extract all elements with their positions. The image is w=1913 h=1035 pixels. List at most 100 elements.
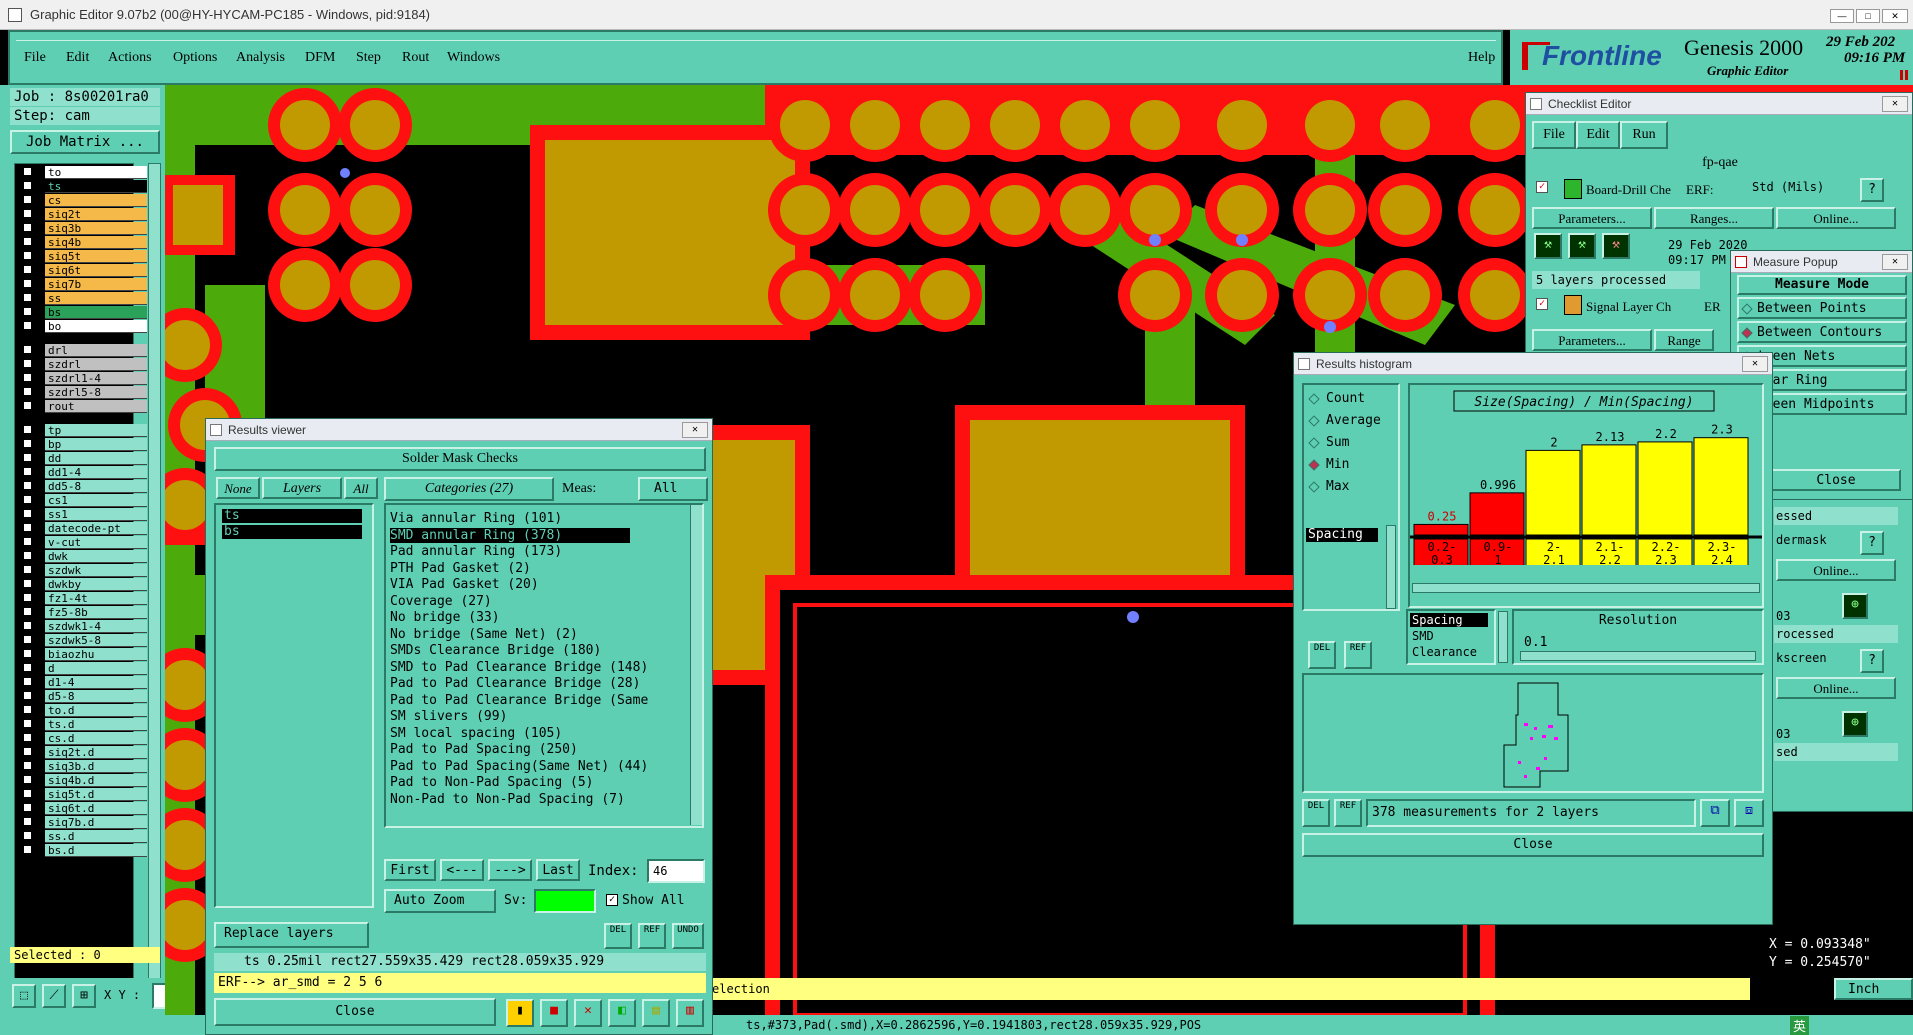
layer-checkbox[interactable] xyxy=(23,579,32,588)
check-row-1-checkbox[interactable]: ✓ xyxy=(1536,181,1548,193)
help-icon[interactable]: ? xyxy=(1860,178,1884,202)
sv-color-select[interactable] xyxy=(534,889,596,913)
ranges-button-2[interactable]: Range xyxy=(1654,329,1714,351)
menu-edit[interactable]: Edit xyxy=(66,46,89,70)
zoom-fit-icon[interactable]: ⧉ xyxy=(1700,799,1730,827)
category-item[interactable]: PTH Pad Gasket (2) xyxy=(390,561,531,576)
histogram-option[interactable]: Average xyxy=(1308,413,1396,431)
category-item[interactable]: No bridge (Same Net) (2) xyxy=(390,627,578,642)
layer-checkbox[interactable] xyxy=(23,831,32,840)
layer-d5-8[interactable]: d5-8 xyxy=(45,690,147,703)
check-row-2-checkbox[interactable]: ✓ xyxy=(1536,298,1548,310)
measure-type-spacing[interactable]: Spacing xyxy=(1410,613,1488,627)
layer-checkbox[interactable] xyxy=(23,279,32,288)
units-button[interactable]: Inch xyxy=(1834,978,1913,1000)
layer-siq5t[interactable]: siq5t xyxy=(45,250,147,263)
layer-checkbox[interactable] xyxy=(23,523,32,532)
layer-datecode-pt[interactable]: datecode-pt xyxy=(45,522,147,535)
layer-checkbox[interactable] xyxy=(23,593,32,602)
layer-checkbox[interactable] xyxy=(23,181,32,190)
layer-results-list[interactable]: ts bs xyxy=(214,503,374,908)
layer-szdwk5-8[interactable]: szdwk5-8 xyxy=(45,634,147,647)
menu-options[interactable]: Options xyxy=(173,46,217,70)
close-window-button[interactable]: ✕ xyxy=(1882,9,1908,23)
layer-szdrl5-8[interactable]: szdrl5-8 xyxy=(45,386,147,399)
layer-checkbox[interactable] xyxy=(23,761,32,770)
layer-biaozhu[interactable]: biaozhu xyxy=(45,648,147,661)
histogram-close-button[interactable]: Close xyxy=(1302,833,1764,857)
layer-cs1[interactable]: cs1 xyxy=(45,494,147,507)
job-matrix-button[interactable]: Job Matrix ... xyxy=(10,130,160,154)
layer-checkbox[interactable] xyxy=(23,251,32,260)
layer-szdrl1-4[interactable]: szdrl1-4 xyxy=(45,372,147,385)
histogram-option[interactable]: Count xyxy=(1308,391,1396,409)
category-item[interactable]: SMD annular Ring (378) xyxy=(390,527,630,543)
hist-del-button[interactable]: DEL xyxy=(1308,641,1336,669)
chart-hscrollbar[interactable] xyxy=(1412,583,1760,593)
help-icon-2[interactable]: ? xyxy=(1860,531,1884,555)
replace-layers-button[interactable]: Replace layers xyxy=(214,922,369,948)
category-item[interactable]: Pad annular Ring (173) xyxy=(390,544,562,559)
layer-szdwk1-4[interactable]: szdwk1-4 xyxy=(45,620,147,633)
none-button[interactable]: None xyxy=(216,477,260,499)
category-item[interactable]: Pad to Non-Pad Spacing (5) xyxy=(390,775,594,790)
histogram-bar[interactable] xyxy=(1413,523,1469,536)
histogram-option[interactable]: Min xyxy=(1308,457,1396,475)
layer-dd[interactable]: dd xyxy=(45,452,147,465)
menu-file[interactable]: File xyxy=(24,46,46,70)
layer-checkbox[interactable] xyxy=(23,425,32,434)
category-item[interactable]: No bridge (33) xyxy=(390,610,500,625)
layer-checkbox[interactable] xyxy=(23,359,32,368)
spacing-selected[interactable]: Spacing xyxy=(1306,528,1378,542)
category-item[interactable]: Pad to Pad Clearance Bridge (28) xyxy=(390,676,640,691)
layer-checkbox[interactable] xyxy=(23,495,32,504)
layer-ss.d[interactable]: ss.d xyxy=(45,830,147,843)
layer-checkbox[interactable] xyxy=(23,345,32,354)
first-button[interactable]: First xyxy=(384,859,436,881)
layer-checkbox[interactable] xyxy=(23,621,32,630)
layer-checkbox[interactable] xyxy=(23,677,32,686)
layer-checkbox[interactable] xyxy=(23,789,32,798)
layer-checkbox[interactable] xyxy=(23,321,32,330)
layer-checkbox[interactable] xyxy=(23,691,32,700)
layer-bs.d[interactable]: bs.d xyxy=(45,844,147,857)
measure-mode-item[interactable]: Between Contours xyxy=(1737,321,1907,343)
layer-checkbox[interactable] xyxy=(23,817,32,826)
measure-type-list[interactable]: Spacing SMD Clearance xyxy=(1406,609,1496,665)
layer-bp[interactable]: bp xyxy=(45,438,147,451)
maximize-button[interactable]: □ xyxy=(1856,9,1880,23)
undo-button[interactable]: UNDO xyxy=(672,923,704,949)
check-row-1-name[interactable]: Board-Drill Che xyxy=(1586,182,1671,198)
category-list[interactable]: Via annular Ring (101) SMD annular Ring (… xyxy=(384,503,704,828)
run-icon-1[interactable]: ⚒ xyxy=(1534,233,1562,259)
menu-step[interactable]: Step xyxy=(356,46,381,70)
category-item[interactable]: VIA Pad Gasket (20) xyxy=(390,577,539,592)
minimize-button[interactable]: — xyxy=(1830,9,1854,23)
preview-ref-button[interactable]: REF xyxy=(1334,799,1362,827)
ranges-button[interactable]: Ranges... xyxy=(1654,207,1774,229)
zoom-window-icon[interactable]: ⧈ xyxy=(1734,799,1764,827)
menu-help[interactable]: Help xyxy=(1468,46,1495,70)
layer-dd1-4[interactable]: dd1-4 xyxy=(45,466,147,479)
layer-checkbox[interactable] xyxy=(23,223,32,232)
layer-checkbox[interactable] xyxy=(23,373,32,382)
histogram-close-icon[interactable]: ✕ xyxy=(1742,356,1768,372)
layer-siq7b.d[interactable]: siq7b.d xyxy=(45,816,147,829)
layer-siq4b.d[interactable]: siq4b.d xyxy=(45,774,147,787)
layer-rout[interactable]: rout xyxy=(45,400,147,413)
help-icon-3[interactable]: ? xyxy=(1860,649,1884,673)
meas-select[interactable]: All xyxy=(638,477,708,501)
measure-type-smd[interactable]: SMD xyxy=(1412,629,1434,643)
layer-siq3b[interactable]: siq3b xyxy=(45,222,147,235)
online-button-2[interactable]: Online... xyxy=(1776,559,1896,581)
layer-siq2t.d[interactable]: siq2t.d xyxy=(45,746,147,759)
layer-siq5t.d[interactable]: siq5t.d xyxy=(45,788,147,801)
category-scrollbar[interactable] xyxy=(690,505,702,825)
checklist-menu-edit[interactable]: Edit xyxy=(1576,121,1620,149)
last-button[interactable]: Last xyxy=(536,859,580,881)
parameters-button[interactable]: Parameters... xyxy=(1532,207,1652,229)
histogram-bar[interactable] xyxy=(1637,441,1693,536)
category-item[interactable]: Pad to Pad Clearance Bridge (Same xyxy=(390,693,648,708)
layer-checkbox[interactable] xyxy=(23,439,32,448)
option-scrollbar[interactable] xyxy=(1386,525,1396,609)
